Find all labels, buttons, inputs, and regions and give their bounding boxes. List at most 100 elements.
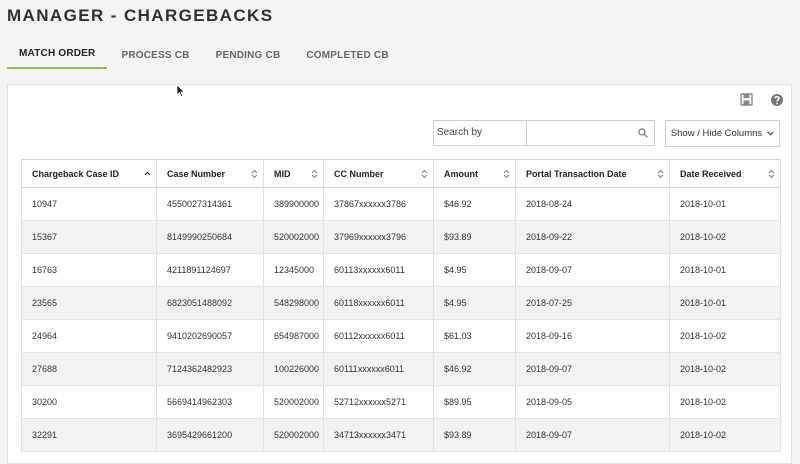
cell-amount: $61.03 (433, 319, 516, 353)
cell-portal-transaction-date: 2018-07-25 (515, 286, 670, 320)
cell-amount: $89.95 (433, 385, 516, 419)
cell-portal-transaction-date: 2018-09-05 (515, 385, 670, 419)
cell-mid: 520002000 (263, 220, 324, 254)
cell-date-received: 2018-10-02 (669, 220, 781, 254)
column-header-portal-transaction-date[interactable]: Portal Transaction Date (515, 159, 670, 188)
table-row[interactable]: 27688 7124362482923 100226000 60111xxxxx… (21, 352, 781, 386)
table-row[interactable]: 16763 4211891124697 12345000 60113xxxxxx… (21, 253, 781, 287)
column-header-label: Case Number (167, 168, 226, 179)
cell-chargeback-case-id: 24964 (21, 319, 157, 353)
column-header-label: Chargeback Case ID (32, 168, 120, 179)
help-icon[interactable] (770, 93, 784, 107)
sort-icon[interactable] (503, 169, 510, 179)
cell-mid: 389900000 (263, 187, 324, 221)
cell-cc-number: 52712xxxxxx5271 (323, 385, 434, 419)
cell-case-number: 9410202690057 (156, 319, 264, 353)
column-header-label: CC Number (334, 168, 384, 179)
cell-chargeback-case-id: 30200 (21, 385, 157, 419)
cell-case-number: 4211891124697 (156, 253, 264, 287)
cell-amount: $46.92 (433, 187, 516, 221)
column-header-label: MID (274, 168, 291, 179)
cell-date-received: 2018-10-02 (669, 418, 781, 452)
cell-cc-number: 34713xxxxxx3471 (323, 418, 434, 452)
show-hide-columns-label: Show / Hide Columns (670, 128, 763, 139)
sort-icon[interactable] (768, 169, 775, 179)
column-header-case-number[interactable]: Case Number (156, 159, 264, 188)
cell-mid: 12345000 (263, 253, 324, 287)
show-hide-columns-button[interactable]: Show / Hide Columns (665, 120, 780, 147)
cell-cc-number: 37867xxxxxx3786 (323, 187, 434, 221)
cell-cc-number: 60118xxxxxx6011 (323, 286, 434, 320)
cell-chargeback-case-id: 10947 (21, 187, 157, 221)
tab-pending-cb[interactable]: PENDING CB (204, 50, 293, 69)
sort-icon[interactable] (421, 169, 428, 179)
save-icon[interactable] (740, 93, 754, 107)
sort-icon[interactable] (657, 169, 664, 179)
cell-case-number: 8149990250684 (156, 220, 264, 254)
cell-portal-transaction-date: 2018-09-22 (515, 220, 670, 254)
table-row[interactable]: 23565 6823051488092 548298000 60118xxxxx… (21, 286, 781, 320)
table-row[interactable]: 15367 8149990250684 520002000 37969xxxxx… (21, 220, 781, 254)
cell-cc-number: 37969xxxxxx3796 (323, 220, 434, 254)
sort-icon[interactable] (311, 169, 318, 179)
table-row[interactable]: 24964 9410202690057 654987000 60112xxxxx… (21, 319, 781, 353)
chevron-down-icon (767, 131, 775, 136)
table-row[interactable]: 10947 4550027314361 389900000 37867xxxxx… (21, 187, 781, 221)
chargebacks-table: Chargeback Case ID Case Number MID CC Nu… (21, 159, 781, 452)
cell-amount: $93.89 (433, 418, 516, 452)
cell-cc-number: 60113xxxxxx6011 (323, 253, 434, 287)
cell-case-number: 5669414962303 (156, 385, 264, 419)
cell-case-number: 4550027314361 (156, 187, 264, 221)
page-title: MANAGER - CHARGEBACKS (7, 6, 274, 25)
tab-match-order[interactable]: MATCH ORDER (7, 48, 108, 69)
cell-date-received: 2018-10-02 (669, 319, 781, 353)
column-header-date-received[interactable]: Date Received (669, 159, 781, 188)
cell-mid: 520002000 (263, 385, 324, 419)
column-header-label: Portal Transaction Date (526, 168, 627, 179)
column-header-mid[interactable]: MID (263, 159, 324, 188)
column-header-cc-number[interactable]: CC Number (323, 159, 434, 188)
search-icon[interactable] (632, 121, 654, 145)
tab-process-cb[interactable]: PROCESS CB (109, 50, 201, 69)
cell-mid: 520002000 (263, 418, 324, 452)
sort-asc-icon[interactable] (144, 169, 151, 179)
sort-icon[interactable] (251, 169, 258, 179)
cell-amount: $4.95 (433, 253, 516, 287)
table-header-row: Chargeback Case ID Case Number MID CC Nu… (21, 159, 781, 188)
table-row[interactable]: 30200 5669414962303 520002000 52712xxxxx… (21, 385, 781, 419)
column-header-amount[interactable]: Amount (433, 159, 516, 188)
tab-completed-cb[interactable]: COMPLETED CB (294, 50, 400, 69)
cell-portal-transaction-date: 2018-09-07 (515, 352, 670, 386)
cell-mid: 654987000 (263, 319, 324, 353)
cell-chargeback-case-id: 27688 (21, 352, 157, 386)
cell-case-number: 7124362482923 (156, 352, 264, 386)
column-header-label: Amount (444, 168, 478, 179)
cell-date-received: 2018-10-02 (669, 352, 781, 386)
column-header-chargeback-case-id[interactable]: Chargeback Case ID (21, 159, 157, 188)
cell-cc-number: 60111xxxxxx6011 (323, 352, 434, 386)
cell-chargeback-case-id: 15367 (21, 220, 157, 254)
cell-date-received: 2018-10-01 (669, 286, 781, 320)
cell-portal-transaction-date: 2018-09-16 (515, 319, 670, 353)
cell-chargeback-case-id: 16763 (21, 253, 157, 287)
cell-portal-transaction-date: 2018-09-07 (515, 253, 670, 287)
cell-date-received: 2018-10-01 (669, 253, 781, 287)
column-header-label: Date Received (680, 168, 742, 179)
search-input[interactable] (527, 121, 632, 145)
cell-amount: $93.89 (433, 220, 516, 254)
cell-mid: 548298000 (263, 286, 324, 320)
cell-chargeback-case-id: 32291 (21, 418, 157, 452)
cell-case-number: 3695429661200 (156, 418, 264, 452)
mouse-cursor-icon (176, 84, 186, 98)
cell-case-number: 6823051488092 (156, 286, 264, 320)
cell-date-received: 2018-10-02 (669, 385, 781, 419)
search-by-dropdown[interactable]: Search by (434, 121, 527, 145)
search-group: Search by (433, 120, 655, 146)
cell-mid: 100226000 (263, 352, 324, 386)
cell-date-received: 2018-10-01 (669, 187, 781, 221)
cell-chargeback-case-id: 23565 (21, 286, 157, 320)
cell-portal-transaction-date: 2018-08-24 (515, 187, 670, 221)
cell-amount: $4.95 (433, 286, 516, 320)
table-row[interactable]: 32291 3695429661200 520002000 34713xxxxx… (21, 418, 781, 452)
cell-portal-transaction-date: 2018-09-07 (515, 418, 670, 452)
